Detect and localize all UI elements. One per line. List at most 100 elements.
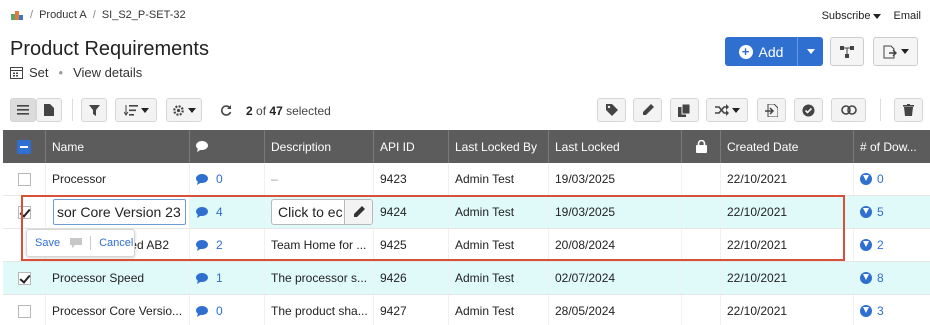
selection-count: 2 of 47 selected: [246, 104, 331, 118]
row-checkbox-cell[interactable]: [3, 295, 46, 325]
column-header-lock[interactable]: [682, 130, 721, 163]
table-row[interactable]: ed AB2 2 Team Home for ... 9425 Admin Te…: [3, 229, 930, 262]
export-button[interactable]: [873, 37, 918, 66]
refresh-icon: [220, 105, 232, 116]
comment-icon: [196, 305, 208, 317]
table-row[interactable]: Processor Core Versio... 0 The product s…: [3, 295, 930, 325]
row-checkbox-cell[interactable]: [3, 262, 46, 294]
chevron-down-icon: [140, 107, 149, 113]
last-locked-cell: 20/08/2024: [549, 229, 682, 261]
column-header-last-locked[interactable]: Last Locked: [549, 130, 682, 163]
filter-icon: [88, 104, 100, 116]
description-cell[interactable]: –: [265, 163, 374, 195]
downstream-count: 2: [877, 238, 884, 252]
comments-cell[interactable]: 0: [190, 295, 265, 325]
cancel-button[interactable]: Cancel: [99, 237, 133, 249]
downstream-cell[interactable]: 8: [854, 262, 930, 294]
comments-cell[interactable]: 0: [190, 163, 265, 195]
description-cell[interactable]: The product sha...: [265, 295, 374, 325]
subscribe-dropdown[interactable]: Subscribe: [822, 10, 882, 22]
row-checkbox[interactable]: [17, 205, 31, 219]
document-view-button[interactable]: [36, 98, 62, 122]
refresh-button[interactable]: [213, 98, 239, 122]
description-cell[interactable]: The processor s...: [265, 262, 374, 294]
email-link[interactable]: Email: [893, 10, 921, 22]
api-id-cell: 9425: [374, 229, 449, 261]
downstream-cell[interactable]: 3: [854, 295, 930, 325]
comments-cell[interactable]: 1: [190, 262, 265, 294]
copy-icon: [678, 103, 691, 117]
comment-icon: [196, 173, 208, 185]
page-title: Product Requirements: [10, 38, 209, 60]
row-checkbox-cell[interactable]: [3, 163, 46, 195]
api-id-cell: 9427: [374, 295, 449, 325]
comments-cell[interactable]: 2: [190, 229, 265, 261]
description-edit-input[interactable]: Click to ec: [272, 200, 344, 224]
breadcrumb-product[interactable]: Product A: [39, 9, 87, 21]
inline-edit-actions: Save Cancel: [26, 229, 135, 257]
last-locked-cell: 28/05/2024: [549, 295, 682, 325]
column-header-last-locked-by[interactable]: Last Locked By: [449, 130, 549, 163]
edit-button[interactable]: [633, 98, 662, 122]
downstream-cell[interactable]: 5: [854, 196, 930, 228]
move-button[interactable]: [706, 98, 748, 122]
lock-cell: [682, 196, 721, 228]
row-checkbox-cell[interactable]: [3, 196, 46, 228]
home-icon[interactable]: [10, 9, 24, 21]
table-row[interactable]: Processor 0 – 9423 Admin Test 19/03/2025…: [3, 163, 930, 196]
row-checkbox[interactable]: [17, 172, 31, 186]
select-all-checkbox[interactable]: [17, 139, 31, 154]
requirements-grid: Name Description API ID Last Locked By L…: [3, 130, 930, 325]
column-header-description[interactable]: Description: [265, 130, 374, 163]
pencil-icon: [642, 104, 654, 115]
comment-icon[interactable]: [70, 238, 83, 248]
link-button[interactable]: [831, 98, 866, 122]
created-date-cell: 22/10/2021: [721, 229, 854, 261]
delete-button[interactable]: [894, 98, 923, 122]
column-header-api-id[interactable]: API ID: [374, 130, 449, 163]
comment-icon: [196, 141, 208, 152]
last-locked-cell: 19/03/2025: [549, 163, 682, 195]
column-header-created-date[interactable]: Created Date: [721, 130, 854, 163]
api-id-cell: 9423: [374, 163, 449, 195]
select-all-checkbox-cell[interactable]: [3, 130, 46, 163]
page-subtitle: Set • View details: [10, 65, 142, 80]
comments-cell[interactable]: 4: [190, 196, 265, 228]
view-details-link[interactable]: View details: [73, 65, 142, 80]
column-header-downstream[interactable]: # of Dow...: [854, 130, 930, 163]
description-edit-button[interactable]: [344, 200, 372, 224]
column-header-comments[interactable]: [190, 130, 265, 163]
name-edit-input[interactable]: sor Core Version 23: [53, 199, 186, 225]
import-button[interactable]: [757, 98, 786, 122]
divider: [72, 99, 73, 121]
add-button[interactable]: + Add: [725, 37, 797, 66]
downstream-count: 8: [877, 271, 884, 285]
last-locked-cell: 19/03/2025: [549, 196, 682, 228]
downstream-cell[interactable]: 2: [854, 229, 930, 261]
column-header-name[interactable]: Name: [46, 130, 190, 163]
relationships-button[interactable]: [830, 37, 864, 66]
plus-icon: +: [738, 44, 753, 59]
arrow-down-circle-icon: [860, 305, 872, 317]
row-checkbox[interactable]: [17, 271, 31, 285]
description-edit-field[interactable]: Click to ec: [271, 199, 373, 225]
filter-button[interactable]: [81, 98, 107, 122]
import-icon: [765, 103, 778, 117]
breadcrumb-set[interactable]: SI_S2_P-SET-32: [102, 9, 186, 21]
approve-button[interactable]: [794, 98, 823, 122]
list-view-button[interactable]: [10, 98, 36, 122]
copy-button[interactable]: [670, 98, 699, 122]
settings-button[interactable]: [166, 98, 202, 122]
row-checkbox[interactable]: [17, 304, 31, 318]
table-row[interactable]: Processor Speed 1 The processor s... 942…: [3, 262, 930, 295]
downstream-cell[interactable]: 0: [854, 163, 930, 195]
name-cell[interactable]: Processor Core Versio...: [46, 295, 190, 325]
save-button[interactable]: Save: [35, 237, 60, 249]
sort-button[interactable]: [115, 98, 157, 122]
tag-button[interactable]: [597, 98, 626, 122]
add-dropdown-button[interactable]: [797, 37, 823, 66]
comment-count: 0: [216, 304, 223, 318]
name-cell[interactable]: Processor Speed: [46, 262, 190, 294]
name-cell[interactable]: Processor: [46, 163, 190, 195]
description-cell[interactable]: Team Home for ...: [265, 229, 374, 261]
